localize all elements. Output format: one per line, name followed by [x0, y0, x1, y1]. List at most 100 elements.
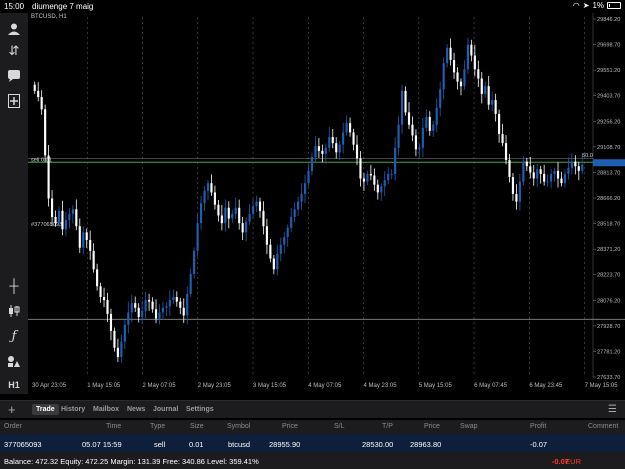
price-axis-label: 28813.70: [597, 170, 620, 176]
candle-body: [245, 221, 248, 233]
tab-news[interactable]: News: [127, 406, 145, 413]
timeframe-button[interactable]: H1: [4, 375, 24, 395]
chart-type-icon-svg: [9, 305, 20, 317]
candle-body: [380, 186, 383, 193]
col-type: Type: [150, 423, 166, 430]
trade-size: 0.01: [189, 440, 204, 449]
candle-body: [543, 173, 546, 182]
candle-body: [44, 109, 47, 156]
objects-icon-svg: [8, 355, 20, 367]
candle-body: [504, 143, 508, 161]
price-axis-label: 29256.20: [597, 119, 620, 125]
candle-body: [338, 144, 341, 153]
col-size: Size: [190, 423, 204, 430]
candle-body: [82, 232, 85, 248]
candle-body: [144, 300, 147, 311]
candle-body: [217, 204, 220, 216]
candle-body: [199, 203, 203, 224]
crosshair-icon[interactable]: ┼: [4, 275, 24, 295]
candle-body: [92, 250, 95, 270]
col-time: Time: [106, 423, 122, 430]
candle-body: [498, 113, 501, 134]
user-icon[interactable]: [4, 19, 24, 39]
candle-body: [501, 133, 504, 144]
candle-body: [456, 72, 459, 82]
candle-body: [179, 301, 182, 308]
candle-body: [220, 215, 223, 224]
candle-body: [442, 63, 445, 90]
candle-body: [466, 44, 469, 70]
candle-body: [522, 161, 525, 182]
candle-body: [234, 207, 237, 214]
candle-body: [373, 175, 376, 185]
account-currency: EUR: [565, 457, 581, 466]
candle-body: [532, 172, 535, 179]
candle-body: [265, 226, 268, 245]
price-chart[interactable]: 30 Apr 23:05 1 May 15:05 2 May 07:05 2 May …: [28, 13, 625, 394]
candle-body: [151, 301, 154, 310]
time-axis-label: 5 May 15:05: [419, 383, 453, 389]
time-axis-label: 4 May 23:05: [364, 383, 398, 389]
table-row[interactable]: 377065093 05.07 15:59 sell 0.01 btcusd 2…: [0, 434, 625, 452]
time-axis-label: 2 May 23:05: [198, 383, 232, 389]
candle-body: [418, 147, 421, 150]
candle-body: [61, 210, 64, 230]
objects-icon[interactable]: [4, 351, 24, 371]
candle-body: [487, 86, 490, 105]
candle-body: [248, 213, 251, 222]
candle-body: [300, 193, 303, 202]
candle-body: [477, 69, 480, 79]
new-chart-icon-svg: [8, 94, 20, 108]
candle-body: [342, 132, 345, 145]
indicators-icon[interactable]: ƒ: [4, 326, 24, 346]
candle-body: [189, 273, 192, 294]
candle-body: [172, 297, 175, 301]
col-comment: Comment: [588, 423, 619, 430]
candle-body: [394, 147, 397, 174]
candle-body: [459, 81, 463, 87]
candle-body: [137, 307, 140, 317]
tab-journal[interactable]: Journal: [153, 406, 178, 413]
candle-body: [470, 44, 473, 56]
tab-history[interactable]: History: [61, 406, 85, 413]
candle-body: [473, 55, 476, 70]
tab-settings[interactable]: Settings: [186, 406, 214, 413]
price-axis-label: 28076.20: [597, 298, 620, 304]
trade-arrows-icon[interactable]: ⇵: [4, 41, 24, 61]
candle-body: [581, 164, 584, 171]
layout-menu-icon[interactable]: ☰: [608, 404, 617, 415]
candle-body: [286, 227, 289, 237]
candle-body: [193, 250, 196, 274]
time-axis-label: 3 May 15:05: [253, 383, 287, 389]
time-axis-label: 6 May 07:45: [474, 383, 508, 389]
candle-body: [366, 173, 369, 182]
left-toolbar: ⇵ ┼ ƒ H1: [0, 13, 28, 394]
candle-body: [71, 209, 74, 214]
candle-body: [161, 307, 165, 313]
tab-mailbox[interactable]: Mailbox: [93, 406, 119, 413]
candle-body: [335, 143, 338, 153]
candle-body: [303, 183, 307, 194]
candle-body: [262, 210, 265, 227]
candle-body: [577, 166, 580, 171]
candle-body: [404, 90, 407, 113]
candle-body: [355, 144, 359, 159]
order-id-label: #377065093: [31, 222, 62, 228]
chat-icon[interactable]: [4, 66, 24, 86]
new-chart-icon[interactable]: [4, 91, 24, 111]
candle-body: [40, 97, 43, 110]
candle-body: [203, 190, 206, 204]
candle-body: [227, 207, 230, 219]
time-axis-label: 4 May 07:05: [308, 383, 342, 389]
tab-trade[interactable]: Trade: [32, 404, 59, 415]
trade-order: 377065093: [4, 440, 42, 449]
status-right: ◠ ➤ 1%: [573, 1, 621, 10]
candle-body: [47, 155, 50, 199]
candle-body: [480, 78, 483, 94]
col-current-price: Price: [424, 423, 440, 430]
add-icon[interactable]: +: [8, 402, 16, 417]
candle-body: [525, 161, 528, 167]
chart-type-icon[interactable]: [4, 301, 24, 321]
candle-body: [560, 178, 563, 184]
price-axis-label: 29846.20: [597, 17, 620, 23]
